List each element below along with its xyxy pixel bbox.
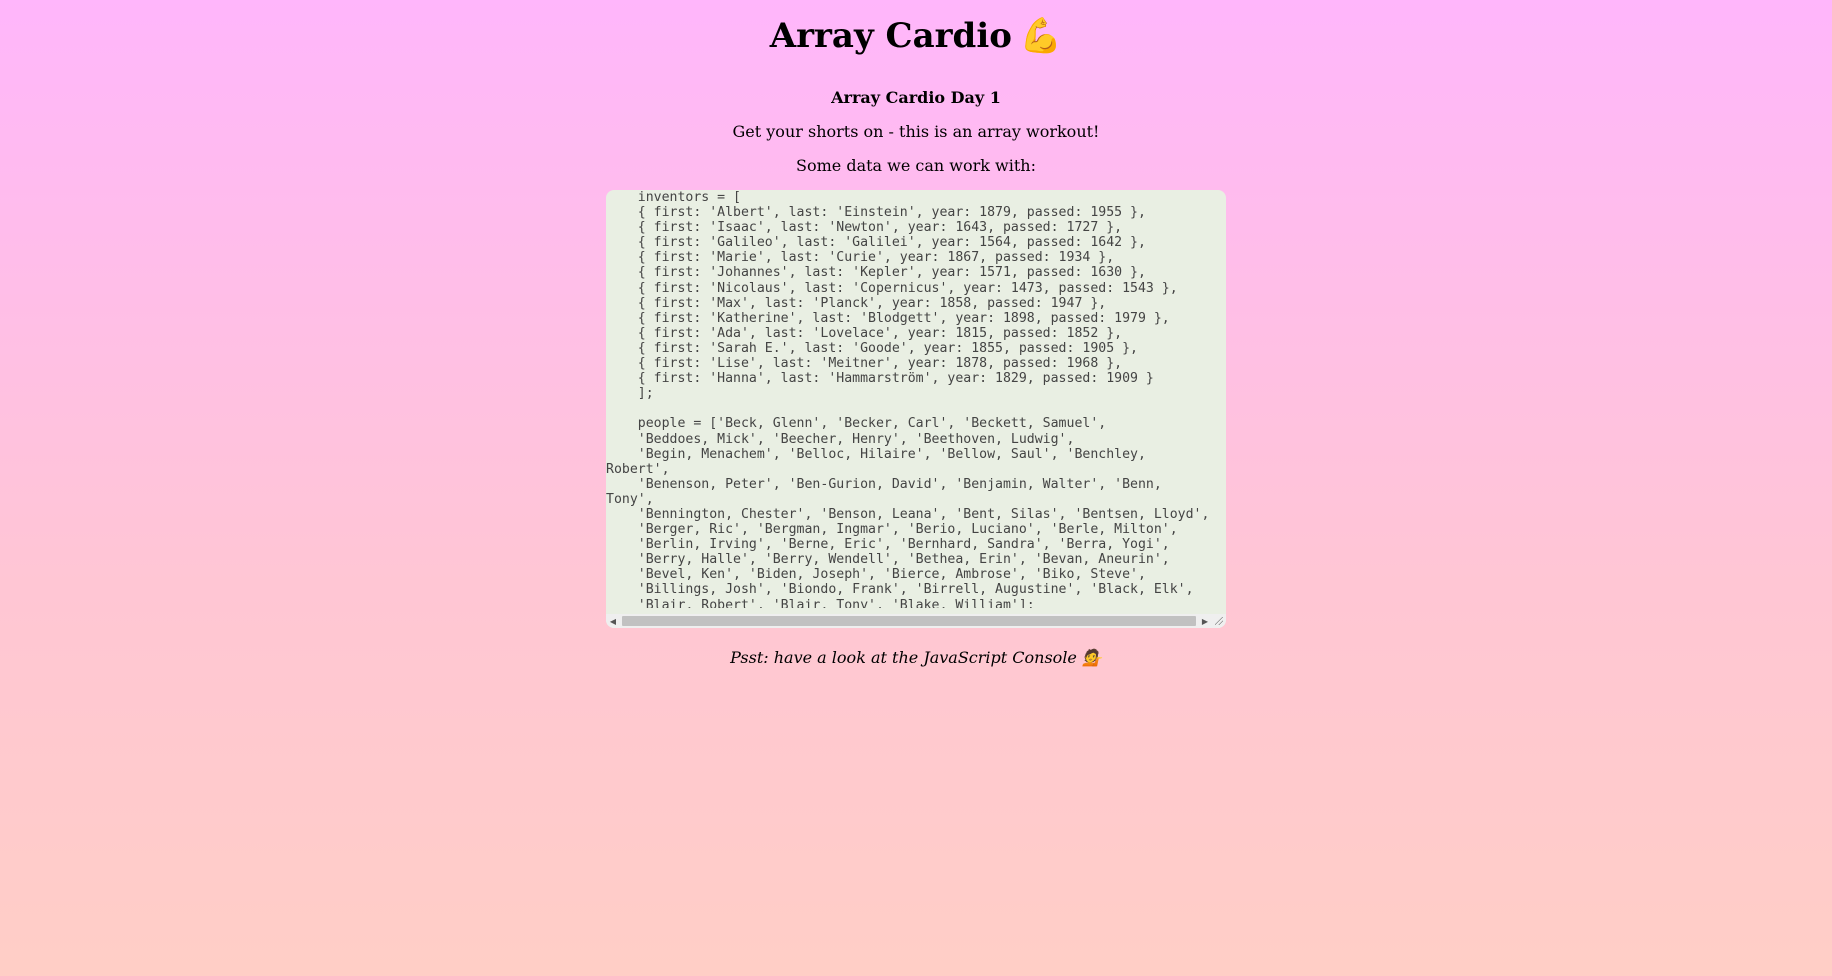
code-textarea[interactable]: inventors = [ { first: 'Albert', last: '…	[606, 190, 1226, 628]
subtitle: Array Cardio Day 1	[831, 88, 1001, 107]
console-hint: Psst: have a look at the JavaScript Cons…	[0, 648, 1832, 668]
page-title-text: Array Cardio	[769, 16, 1012, 56]
page-title: Array Cardio 💪	[0, 0, 1832, 58]
data-intro-text: Some data we can work with:	[796, 156, 1036, 175]
code-content[interactable]: inventors = [ { first: 'Albert', last: '…	[606, 190, 1226, 608]
scrollbar-thumb[interactable]	[622, 616, 1196, 626]
scroll-right-icon[interactable]: ▶	[1198, 614, 1212, 628]
person-tipping-hand-emoji: 💁	[1082, 648, 1102, 667]
resize-handle-icon[interactable]	[1212, 614, 1226, 628]
horizontal-scrollbar[interactable]: ◀ ▶	[606, 614, 1212, 628]
intro-text: Get your shorts on - this is an array wo…	[732, 122, 1100, 141]
console-hint-text: Psst: have a look at the JavaScript Cons…	[730, 648, 1077, 667]
flexed-biceps-emoji: 💪	[1019, 16, 1063, 56]
scroll-left-icon[interactable]: ◀	[606, 614, 620, 628]
